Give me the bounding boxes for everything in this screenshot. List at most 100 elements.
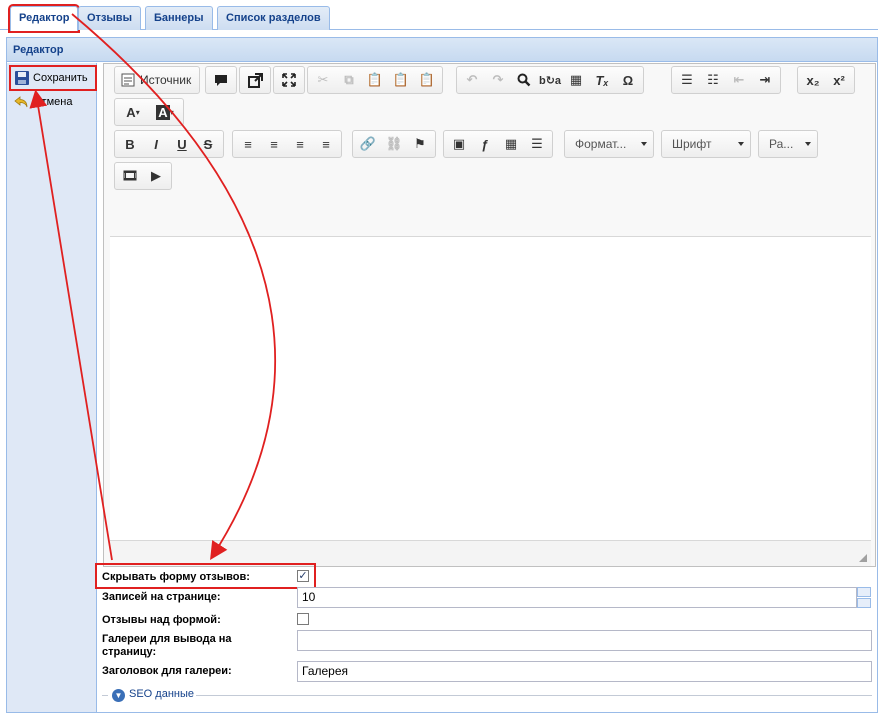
source-icon [121, 73, 135, 87]
align-right-icon[interactable]: ≡ [287, 133, 313, 155]
paste-word-icon[interactable]: 📋 [414, 69, 440, 91]
link-icon[interactable]: 🔗 [355, 133, 381, 155]
superscript-icon[interactable]: x² [826, 69, 852, 91]
size-combo[interactable]: Ра... [758, 130, 818, 158]
reviews-above-checkbox[interactable] [297, 613, 309, 625]
galleries-label: Галереи для вывода на страницу: [102, 633, 232, 658]
gallery-title-input[interactable]: Галерея [297, 661, 872, 682]
background-color-icon[interactable]: A ▾ [149, 101, 181, 123]
per-page-stepper[interactable] [857, 587, 871, 608]
underline-icon[interactable]: U [169, 133, 195, 155]
cancel-button[interactable]: Отмена [11, 91, 72, 113]
gallery-title-label: Заголовок для галереи: [102, 665, 232, 677]
text-color-icon[interactable]: A ▾ [117, 101, 149, 123]
reviews-above-label: Отзывы над формой: [102, 614, 221, 626]
select-all-icon[interactable]: ▦ [563, 69, 589, 91]
font-combo-label: Шрифт [672, 137, 712, 151]
tab-banners[interactable]: Баннеры [145, 6, 213, 30]
panel-title: Редактор [7, 38, 877, 62]
color-group: A ▾ A ▾ [114, 98, 184, 126]
chevron-down-icon [641, 142, 647, 146]
format-combo[interactable]: Формат... [564, 130, 654, 158]
save-button-label: Сохранить [33, 72, 88, 84]
save-button[interactable]: Сохранить [9, 65, 97, 91]
script-group: x₂ x² [797, 66, 855, 94]
video-film-icon[interactable]: 🎞 [117, 165, 143, 187]
align-center-icon[interactable]: ≡ [261, 133, 287, 155]
seo-divider-left [102, 695, 108, 696]
paste-icon[interactable]: 📋 [362, 69, 388, 91]
indent-icon[interactable]: ⇥ [752, 69, 778, 91]
anchor-flag-icon[interactable]: ⚑ [407, 133, 433, 155]
sidebar: Сохранить Отмена [7, 63, 97, 712]
numbered-list-icon[interactable]: ☰ [674, 69, 700, 91]
special-char-icon[interactable]: Ω [615, 69, 641, 91]
stepper-down-icon[interactable] [857, 598, 871, 608]
list-group: ☰ ☷ ⇤ ⇥ [671, 66, 781, 94]
media-group: 🎞 ▶ [114, 162, 172, 190]
seo-toggle-label[interactable]: SEO данные [129, 688, 194, 700]
font-combo[interactable]: Шрифт [661, 130, 751, 158]
justify-icon[interactable]: ≡ [313, 133, 339, 155]
paste-text-icon[interactable]: 📋 [388, 69, 414, 91]
floppy-disk-icon [14, 70, 30, 86]
bold-icon[interactable]: B [117, 133, 143, 155]
subscript-icon[interactable]: x₂ [800, 69, 826, 91]
editor-panel: Редактор Сохранить Отмена Источник ✂ ⧉ 📋… [6, 37, 878, 713]
copy-icon[interactable]: ⧉ [336, 69, 362, 91]
hide-form-label: Скрывать форму отзывов: [102, 571, 250, 583]
format-combo-label: Формат... [575, 137, 627, 151]
italic-icon[interactable]: I [143, 133, 169, 155]
chevron-down-icon [738, 142, 744, 146]
maximize-icon[interactable] [276, 69, 302, 91]
maximize-group [273, 66, 305, 94]
tab-editor[interactable]: Редактор [7, 4, 81, 33]
galleries-input[interactable] [297, 630, 872, 651]
cancel-button-label: Отмена [33, 96, 73, 108]
resize-handle-icon[interactable] [859, 554, 867, 562]
editor-statusbar [110, 540, 871, 566]
chevron-down-icon [805, 142, 811, 146]
undo-icon[interactable]: ↶ [459, 69, 485, 91]
strikethrough-icon[interactable]: S [195, 133, 221, 155]
basic-styles-group: B I U S [114, 130, 224, 158]
flash-icon[interactable]: ƒ [472, 133, 498, 155]
source-group: Источник [114, 66, 201, 94]
horizontal-rule-icon[interactable]: ☰ [524, 133, 550, 155]
new-window-icon[interactable] [242, 69, 268, 91]
replace-icon[interactable]: b↻a [537, 69, 563, 91]
cut-icon[interactable]: ✂ [310, 69, 336, 91]
image-icon[interactable]: ▣ [446, 133, 472, 155]
undo-arrow-icon [14, 94, 30, 110]
comment-icon[interactable] [208, 69, 234, 91]
hide-form-checkbox[interactable]: ✓ [297, 570, 309, 582]
popout-group [239, 66, 271, 94]
source-button-label: Источник [140, 73, 192, 87]
expand-chevron-icon[interactable]: ▼ [112, 689, 125, 702]
source-button[interactable]: Источник [117, 69, 197, 91]
seo-divider-right [196, 695, 872, 696]
table-icon[interactable]: ▦ [498, 133, 524, 155]
size-combo-label: Ра... [769, 137, 794, 151]
align-left-icon[interactable]: ≡ [235, 133, 261, 155]
outdent-icon[interactable]: ⇤ [726, 69, 752, 91]
clipboard-group: ✂ ⧉ 📋 📋 📋 [307, 66, 443, 94]
tab-bar: Редактор Отзывы Баннеры Список разделов [0, 0, 878, 33]
unlink-icon[interactable]: ⛓ [381, 133, 407, 155]
insert-group: ▣ ƒ ▦ ☰ [443, 130, 553, 158]
tab-section-list[interactable]: Список разделов [217, 6, 330, 30]
tab-reviews[interactable]: Отзывы [78, 6, 141, 30]
content-area[interactable] [110, 236, 871, 566]
remove-format-icon[interactable]: Tₓ [589, 69, 615, 91]
align-group: ≡ ≡ ≡ ≡ [232, 130, 342, 158]
video-play-icon[interactable]: ▶ [143, 165, 169, 187]
comment-group [205, 66, 237, 94]
rich-text-editor: Источник ✂ ⧉ 📋 📋 📋 ↶ ↷ b↻a ▦ Tₓ Ω ☰ ☷ ⇤ … [103, 63, 876, 567]
find-icon[interactable] [511, 69, 537, 91]
bullet-list-icon[interactable]: ☷ [700, 69, 726, 91]
redo-icon[interactable]: ↷ [485, 69, 511, 91]
stepper-up-icon[interactable] [857, 587, 871, 597]
per-page-input[interactable]: 10 [297, 587, 857, 608]
link-group: 🔗 ⛓ ⚑ [352, 130, 436, 158]
history-group: ↶ ↷ b↻a ▦ Tₓ Ω [456, 66, 644, 94]
